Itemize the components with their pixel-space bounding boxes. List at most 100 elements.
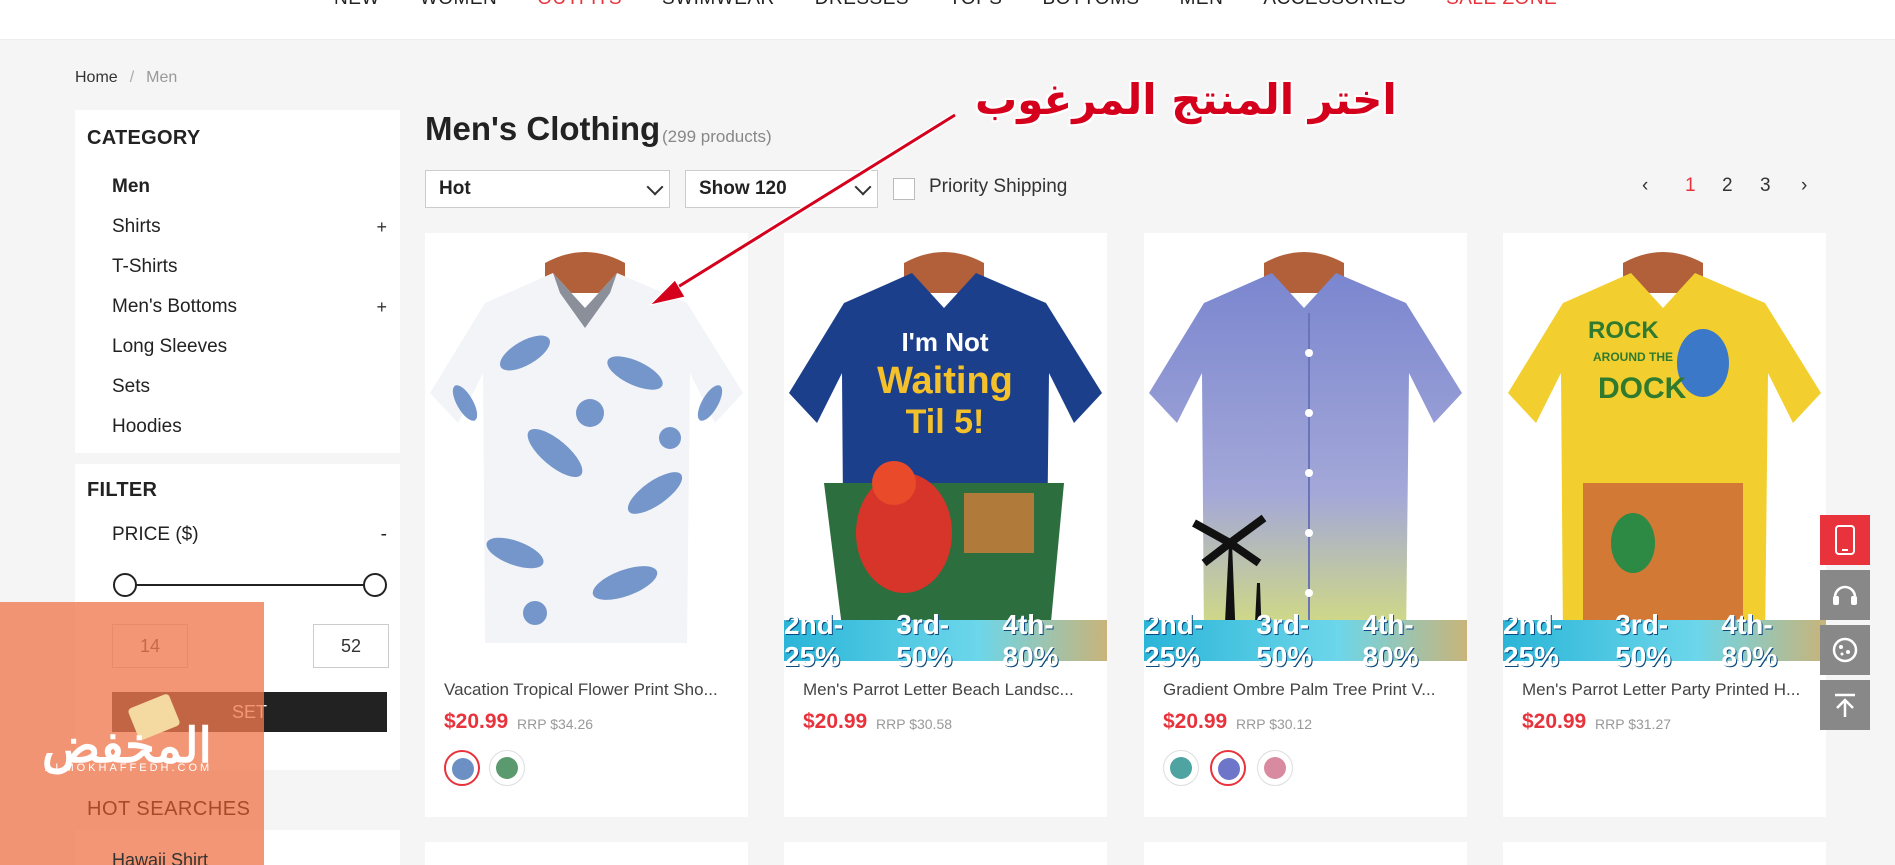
color-swatch[interactable]	[444, 750, 480, 786]
watermark-domain: ALMOKHAFFEDH.COM	[45, 762, 213, 774]
product-price: $20.99	[1163, 710, 1228, 733]
promo-4th: 4th-80%	[1362, 608, 1419, 672]
product-card[interactable]	[425, 842, 748, 865]
category-label: Men's Bottoms	[112, 296, 238, 317]
product-image[interactable]	[425, 233, 748, 661]
product-price: $20.99	[444, 710, 509, 733]
promo-3rd: 3rd-50%	[1615, 608, 1672, 672]
category-item-men[interactable]: Men	[112, 167, 387, 207]
pagination-next[interactable]: ›	[1801, 175, 1807, 197]
priority-shipping-label[interactable]: Priority Shipping	[929, 176, 1067, 198]
product-rrp: RRP $31.27	[1595, 716, 1672, 732]
product-card[interactable]	[1503, 842, 1826, 865]
breadcrumb-home[interactable]: Home	[75, 69, 118, 86]
sort-select[interactable]: Hot	[425, 170, 670, 208]
product-card[interactable]: 2nd-25% 3rd-50% 4th-80% Gradient Ombre P…	[1144, 233, 1467, 817]
promo-2nd: 2nd-25%	[784, 608, 844, 672]
breadcrumb-separator: /	[129, 69, 135, 86]
promo-3rd: 3rd-50%	[896, 608, 953, 672]
product-image[interactable]	[1144, 233, 1467, 661]
nav-sale-zone[interactable]: SALE ZONE	[1446, 0, 1557, 10]
product-card[interactable]: Vacation Tropical Flower Print Sho... $2…	[425, 233, 748, 817]
product-count: (299 products)	[662, 127, 772, 146]
page-title: Men's Clothing	[425, 110, 661, 147]
promo-2nd: 2nd-25%	[1503, 608, 1563, 672]
category-label: Men	[112, 176, 150, 197]
product-title[interactable]: Men's Parrot Letter Party Printed H...	[1522, 680, 1812, 700]
priority-shipping-checkbox[interactable]	[893, 178, 915, 200]
nav-accessories[interactable]: ACCESSORIES	[1263, 0, 1406, 10]
headset-icon[interactable]	[1820, 570, 1870, 620]
hot-searches-title: HOT SEARCHES	[87, 798, 251, 820]
cookie-icon[interactable]	[1820, 625, 1870, 675]
show-per-page-select[interactable]: Show 120	[685, 170, 878, 208]
show-value: Show 120	[699, 178, 787, 199]
pagination-prev[interactable]: ‹	[1642, 175, 1648, 197]
promo-banner: 2nd-25% 3rd-50% 4th-80%	[784, 609, 1107, 672]
product-rrp: RRP $30.12	[1236, 716, 1313, 732]
shirt-print-text: AROUND THE	[1593, 350, 1673, 364]
sort-value: Hot	[439, 178, 471, 199]
product-rrp: RRP $34.26	[517, 716, 594, 732]
back-to-top-icon[interactable]	[1820, 680, 1870, 730]
nav-dresses[interactable]: DRESSES	[815, 0, 909, 10]
filter-title: FILTER	[87, 479, 158, 501]
product-card[interactable]	[1144, 842, 1467, 865]
nav-swimwear[interactable]: SWIMWEAR	[662, 0, 775, 10]
nav-tops[interactable]: TOPS	[949, 0, 1002, 10]
shirt-print-text: Waiting	[877, 360, 1013, 402]
price-slider-track[interactable]	[125, 584, 375, 586]
product-image[interactable]: ROCK AROUND THE DOCK	[1503, 233, 1826, 661]
shirt-print-text: DOCK	[1598, 372, 1687, 405]
expand-icon[interactable]: +	[376, 287, 387, 327]
price-slider-max-handle[interactable]	[363, 573, 387, 597]
hot-search-link[interactable]: Hawaii Shirt	[112, 850, 208, 865]
nav-new[interactable]: NEW	[334, 0, 380, 10]
category-item-hoodies[interactable]: Hoodies	[112, 407, 387, 447]
pagination-page-1[interactable]: 1	[1685, 175, 1696, 197]
product-title[interactable]: Gradient Ombre Palm Tree Print V...	[1163, 680, 1453, 700]
category-label: Sets	[112, 376, 151, 397]
category-panel: CATEGORY Men Shirts + T-Shirts Men's Bott…	[75, 110, 400, 453]
product-card[interactable]: I'm Not Waiting Til 5! 2nd-25% 3rd-50% 4…	[784, 233, 1107, 817]
promo-banner: 2nd-25% 3rd-50% 4th-80%	[1503, 609, 1826, 672]
product-image[interactable]: I'm Not Waiting Til 5!	[784, 233, 1107, 661]
product-card[interactable]	[784, 842, 1107, 865]
price-slider-min-handle[interactable]	[113, 573, 137, 597]
color-swatch[interactable]	[1163, 750, 1199, 786]
chevron-down-icon	[646, 178, 664, 196]
category-item-mens-bottoms[interactable]: Men's Bottoms +	[112, 287, 387, 327]
promo-2nd: 2nd-25%	[1144, 608, 1204, 672]
category-label: Long Sleeves	[112, 336, 228, 357]
category-item-sets[interactable]: Sets	[112, 367, 387, 407]
promo-banner: 2nd-25% 3rd-50% 4th-80%	[1144, 609, 1467, 672]
category-label: T-Shirts	[112, 256, 178, 277]
shirt-print-text: ROCK	[1588, 317, 1659, 344]
color-swatch[interactable]	[1257, 750, 1293, 786]
product-card[interactable]: ROCK AROUND THE DOCK 2nd-25% 3rd-50% 4th…	[1503, 233, 1826, 817]
mobile-icon[interactable]	[1820, 515, 1870, 565]
collapse-icon[interactable]: -	[381, 524, 387, 546]
price-max-input[interactable]: 52	[313, 624, 389, 668]
product-title[interactable]: Vacation Tropical Flower Print Sho...	[444, 680, 734, 700]
top-navigation: NEW WOMEN OUTFITS SWIMWEAR DRESSES TOPS …	[0, 0, 1895, 40]
nav-bottoms[interactable]: BOTTOMS	[1042, 0, 1139, 10]
category-item-t-shirts[interactable]: T-Shirts	[112, 247, 387, 287]
pagination-page-3[interactable]: 3	[1760, 175, 1771, 197]
nav-men[interactable]: MEN	[1180, 0, 1224, 10]
color-swatch[interactable]	[489, 750, 525, 786]
color-swatch[interactable]	[1210, 750, 1246, 786]
category-item-long-sleeves[interactable]: Long Sleeves	[112, 327, 387, 367]
product-rrp: RRP $30.58	[876, 716, 953, 732]
category-title: CATEGORY	[87, 127, 201, 149]
nav-women[interactable]: WOMEN	[420, 0, 497, 10]
product-title[interactable]: Men's Parrot Letter Beach Landsc...	[803, 680, 1093, 700]
category-label: Shirts	[112, 216, 161, 237]
expand-icon[interactable]: +	[376, 207, 387, 247]
category-item-shirts[interactable]: Shirts +	[112, 207, 387, 247]
annotation-text: اختر المنتج المرغوب	[975, 75, 1397, 124]
pagination-page-2[interactable]: 2	[1722, 175, 1733, 197]
product-price: $20.99	[1522, 710, 1587, 733]
promo-3rd: 3rd-50%	[1256, 608, 1313, 672]
nav-outfits[interactable]: OUTFITS	[537, 0, 622, 10]
